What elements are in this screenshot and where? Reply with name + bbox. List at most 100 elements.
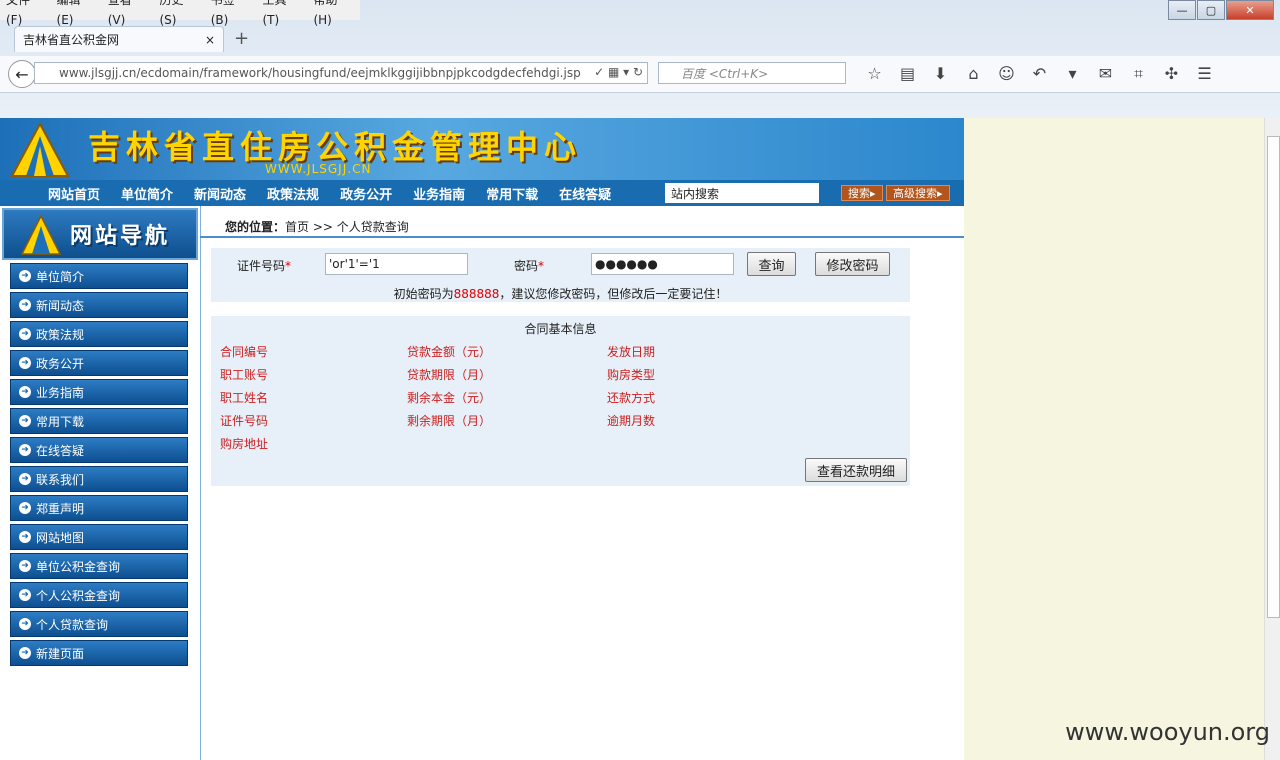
back-arrow-icon[interactable]: ← bbox=[8, 60, 36, 88]
sidebar-item-sitemap[interactable]: ➜ 网站地图 bbox=[10, 524, 188, 550]
site-search-button[interactable]: 搜索 ▸ bbox=[841, 185, 883, 201]
arrow-circle-icon: ➜ bbox=[19, 444, 31, 456]
hint-suffix: ，建议您修改密码，但修改后一定要记住！ bbox=[499, 287, 728, 301]
advanced-search-button-label: 高级搜索 bbox=[893, 187, 937, 200]
contract-section-title: 合同基本信息 bbox=[524, 322, 597, 336]
arrow-circle-icon: ➜ bbox=[19, 357, 31, 369]
minimize-icon[interactable]: — bbox=[1168, 0, 1196, 20]
field-issue-date: 发放日期 bbox=[607, 345, 656, 359]
view-repayment-details-button[interactable]: 查看还款明细 bbox=[805, 458, 907, 482]
nav-about[interactable]: 单位简介 bbox=[121, 184, 173, 203]
url-text: www.jlsgjj.cn/ecdomain/framework/housing… bbox=[59, 66, 581, 80]
new-tab-icon[interactable]: + bbox=[234, 28, 249, 49]
arrow-circle-icon: ➜ bbox=[19, 560, 31, 572]
sidebar-logo-icon bbox=[20, 214, 62, 255]
arrow-circle-icon: ➜ bbox=[19, 589, 31, 601]
vertical-scrollbar[interactable] bbox=[1264, 118, 1280, 760]
sidebar-item-label: 新闻动态 bbox=[36, 298, 85, 313]
sidebar-item-statement[interactable]: ➜ 郑重声明 bbox=[10, 495, 188, 521]
field-remaining-principal: 剩余本金（元） bbox=[407, 391, 492, 405]
sidebar-item-new-page[interactable]: ➜ 新建页面 bbox=[10, 640, 188, 666]
sidebar-item-contact[interactable]: ➜ 联系我们 bbox=[10, 466, 188, 492]
sidebar-item-label: 常用下载 bbox=[36, 414, 85, 429]
sidebar-item-policy[interactable]: ➜ 政策法规 bbox=[10, 321, 188, 347]
home-icon[interactable]: ⌂ bbox=[957, 64, 990, 84]
nav-downloads[interactable]: 常用下载 bbox=[486, 184, 538, 203]
field-overdue-months: 逾期月数 bbox=[607, 414, 656, 428]
sidebar-item-label: 政务公开 bbox=[36, 356, 85, 371]
extension-icon[interactable]: ✣ bbox=[1155, 64, 1188, 84]
undo-icon[interactable]: ↶ bbox=[1023, 64, 1056, 84]
site-logo-icon bbox=[10, 122, 70, 177]
chat-icon[interactable]: ☺ bbox=[990, 64, 1023, 84]
scrollbar-thumb[interactable] bbox=[1267, 136, 1280, 618]
reload-icon[interactable]: ✓ ▦ ▾ ↻ bbox=[594, 65, 643, 79]
advanced-search-button[interactable]: 高级搜索 ▸ bbox=[886, 185, 950, 201]
field-contract-number: 合同编号 bbox=[220, 345, 269, 359]
nav-news[interactable]: 新闻动态 bbox=[194, 184, 246, 203]
query-button[interactable]: 查询 bbox=[747, 252, 796, 276]
nav-affairs[interactable]: 政务公开 bbox=[340, 184, 392, 203]
bookmark-star-icon[interactable]: ☆ bbox=[858, 64, 891, 84]
hint-default-password: 888888 bbox=[453, 287, 500, 301]
nav-qa[interactable]: 在线答疑 bbox=[559, 184, 611, 203]
field-repayment-method: 还款方式 bbox=[607, 391, 656, 405]
menu-tools[interactable]: 工具(T) bbox=[257, 0, 308, 30]
arrow-circle-icon: ➜ bbox=[19, 531, 31, 543]
contract-info-panel: 合同基本信息 合同编号 贷款金额（元） 发放日期 职工账号 贷款期限（月） 购房… bbox=[211, 316, 910, 486]
download-icon[interactable]: ⬇ bbox=[924, 64, 957, 84]
sidebar-item-news[interactable]: ➜ 新闻动态 bbox=[10, 292, 188, 318]
sidebar-item-unit-fund-query[interactable]: ➜ 单位公积金查询 bbox=[10, 553, 188, 579]
arrow-circle-icon: ➜ bbox=[19, 299, 31, 311]
field-loan-term: 贷款期限（月） bbox=[407, 368, 492, 382]
toolbar-icons: ☆ ▤ ⬇ ⌂ ☺ ↶ ▾ ✉ ⌗ ✣ ☰ bbox=[858, 64, 1221, 84]
nav-policy[interactable]: 政策法规 bbox=[267, 184, 319, 203]
close-window-icon[interactable]: ✕ bbox=[1226, 0, 1274, 20]
password-hint: 初始密码为888888，建议您修改密码，但修改后一定要记住！ bbox=[211, 285, 910, 302]
password-input[interactable]: ●●●●●● bbox=[591, 253, 734, 275]
menu-help[interactable]: 帮助(H) bbox=[307, 0, 360, 30]
sidebar-item-personal-loan-query[interactable]: ➜ 个人贷款查询 bbox=[10, 611, 188, 637]
maximize-icon[interactable]: ▢ bbox=[1197, 0, 1225, 20]
dropdown-icon[interactable]: ▾ bbox=[1056, 64, 1089, 84]
id-number-label-text: 证件号码 bbox=[237, 259, 286, 273]
sidebar-item-label: 在线答疑 bbox=[36, 443, 85, 458]
tab-title: 吉林省直公积金网 bbox=[23, 33, 120, 47]
reading-list-icon[interactable]: ▤ bbox=[891, 64, 924, 84]
crop-icon[interactable]: ⌗ bbox=[1122, 64, 1155, 84]
field-id-number: 证件号码 bbox=[220, 414, 269, 428]
site-domain: WWW.JLSGJJ.CN bbox=[265, 162, 372, 176]
menu-hamburger-icon[interactable]: ☰ bbox=[1188, 64, 1221, 84]
sidebar-item-personal-fund-query[interactable]: ➜ 个人公积金查询 bbox=[10, 582, 188, 608]
url-bar[interactable]: www.jlsgjj.cn/ecdomain/framework/housing… bbox=[34, 62, 648, 84]
page-viewport: 吉林省直住房公积金管理中心 WWW.JLSGJJ.CN 网站首页 单位简介 新闻… bbox=[0, 118, 964, 760]
sidebar-item-about[interactable]: ➜ 单位简介 bbox=[10, 263, 188, 289]
change-password-button[interactable]: 修改密码 bbox=[815, 252, 890, 276]
id-number-input[interactable]: 'or'1'='1 bbox=[325, 253, 468, 275]
sidebar-item-label: 个人公积金查询 bbox=[36, 588, 121, 603]
field-employee-account: 职工账号 bbox=[220, 368, 269, 382]
password-label-text: 密码 bbox=[514, 259, 539, 273]
nav-guide[interactable]: 业务指南 bbox=[413, 184, 465, 203]
sidebar-item-qa[interactable]: ➜ 在线答疑 bbox=[10, 437, 188, 463]
arrow-circle-icon: ➜ bbox=[19, 647, 31, 659]
field-loan-amount: 贷款金额（元） bbox=[407, 345, 492, 359]
breadcrumb-path[interactable]: 首页 >> 个人贷款查询 bbox=[285, 220, 409, 234]
arrow-circle-icon: ➜ bbox=[19, 270, 31, 282]
comment-icon[interactable]: ✉ bbox=[1089, 64, 1122, 84]
nav-home[interactable]: 网站首页 bbox=[48, 184, 100, 203]
tab-close-icon[interactable]: × bbox=[205, 33, 215, 47]
browser-tab[interactable]: 吉林省直公积金网 × bbox=[14, 26, 224, 52]
menu-bar: 文件(F) 编辑(E) 查看(V) 历史(S) 书签(B) 工具(T) 帮助(H… bbox=[0, 0, 360, 27]
window-controls: — ▢ ✕ bbox=[1167, 0, 1274, 20]
sidebar-item-label: 业务指南 bbox=[36, 385, 85, 400]
sidebar-item-downloads[interactable]: ➜ 常用下载 bbox=[10, 408, 188, 434]
sidebar-item-affairs[interactable]: ➜ 政务公开 bbox=[10, 350, 188, 376]
site-search-input[interactable]: 站内搜索 bbox=[665, 183, 819, 203]
main-nav: 网站首页 单位简介 新闻动态 政策法规 政务公开 业务指南 常用下载 在线答疑 … bbox=[0, 180, 964, 206]
sidebar-item-label: 政策法规 bbox=[36, 327, 85, 342]
browser-search-placeholder: 百度 <Ctrl+K> bbox=[681, 66, 769, 81]
sidebar-item-guide[interactable]: ➜ 业务指南 bbox=[10, 379, 188, 405]
site-search-button-label: 搜索 bbox=[848, 187, 870, 200]
browser-search-input[interactable]: 百度 <Ctrl+K> bbox=[658, 62, 846, 84]
